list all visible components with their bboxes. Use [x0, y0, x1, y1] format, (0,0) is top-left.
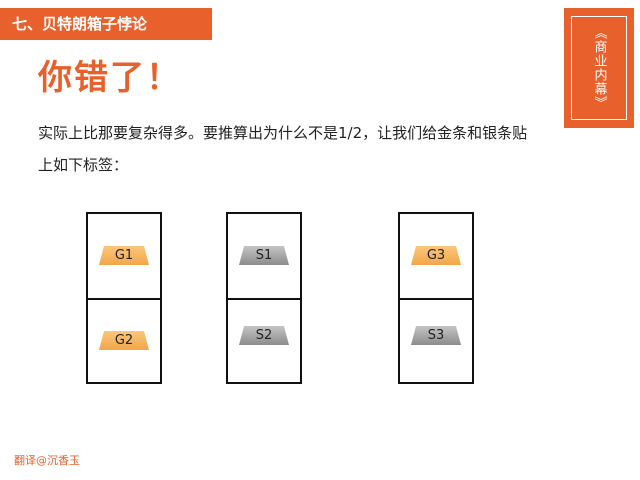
slide-heading: 你错了！	[38, 58, 182, 98]
translator-credit: 翻译@沉香玉	[14, 454, 80, 467]
silver-bar-s2: S2	[239, 326, 289, 345]
side-tab-label: 《商业内幕》	[591, 26, 607, 110]
section-header: 七、贝特朗箱子悖论	[0, 8, 212, 40]
silver-bar-s1: S1	[239, 246, 289, 265]
bar-label: S1	[255, 248, 273, 263]
slide-paragraph: 实际上比那要复杂得多。要推算出为什么不是1/2，让我们给金条和银条贴上如下标签：	[38, 124, 528, 174]
bar-label: G3	[426, 248, 446, 263]
box-divider	[400, 298, 472, 300]
box-1: G1 G2	[86, 212, 162, 384]
box-2: S1 S2	[226, 212, 302, 384]
gold-bar-g3: G3	[411, 246, 461, 265]
box-divider	[88, 298, 160, 300]
gold-bar-g2: G2	[99, 331, 149, 350]
section-title: 七、贝特朗箱子悖论	[12, 15, 148, 33]
side-tab-frame: 《商业内幕》	[571, 16, 627, 120]
silver-bar-s3: S3	[411, 326, 461, 345]
gold-bar-g1: G1	[99, 246, 149, 265]
side-tab: 《商业内幕》	[564, 8, 634, 128]
box-divider	[228, 298, 300, 300]
bar-label: G2	[114, 333, 134, 348]
bar-label: G1	[114, 248, 134, 263]
box-3: G3 S3	[398, 212, 474, 384]
bar-label: S2	[255, 328, 273, 343]
bar-label: S3	[427, 328, 445, 343]
